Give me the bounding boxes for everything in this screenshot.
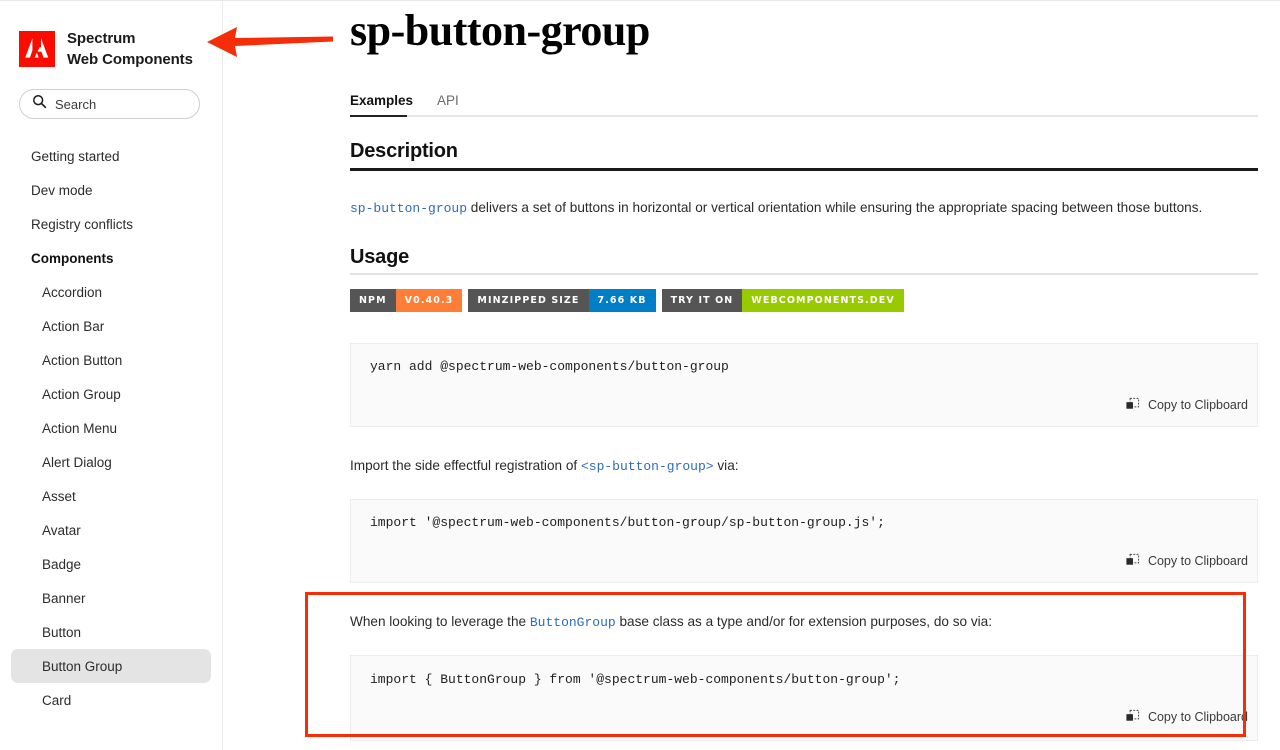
sidebar-item-card[interactable]: Card xyxy=(11,683,211,717)
import-registration-code-term[interactable]: <sp-button-group> xyxy=(581,459,714,474)
code-block-import xyxy=(350,499,1258,583)
copy-to-clipboard-icon xyxy=(1125,397,1140,412)
sidebar-item-label: Accordion xyxy=(42,284,103,300)
usage-rule xyxy=(350,273,1258,275)
sidebar-item-components[interactable]: Components xyxy=(11,241,211,275)
brand[interactable]: Spectrum Web Components xyxy=(19,28,193,70)
badge-left-label: TRY IT ON xyxy=(661,289,743,312)
page-title: sp-button-group xyxy=(350,6,650,55)
sidebar-item-registry-conflicts[interactable]: Registry conflicts xyxy=(11,207,211,241)
sidebar-item-getting-started[interactable]: Getting started xyxy=(11,139,211,173)
usage-heading: Usage xyxy=(350,246,410,268)
code-block-base-class xyxy=(350,655,1258,741)
badge-right-value: 7.66 KB xyxy=(588,289,656,312)
sidebar-item-avatar[interactable]: Avatar xyxy=(11,513,211,547)
base-class-paragraph: When looking to leverage the ButtonGroup… xyxy=(350,612,1258,633)
copy-to-clipboard-button-1[interactable]: Copy to Clipboard xyxy=(1120,397,1248,412)
sidebar-divider xyxy=(222,1,223,750)
sidebar-item-label: Alert Dialog xyxy=(42,454,112,470)
copy-to-clipboard-label-3: Copy to Clipboard xyxy=(1147,709,1248,724)
sidebar-item-label: Registry conflicts xyxy=(31,216,134,232)
code-text-base-class: import { ButtonGroup } from '@spectrum-w… xyxy=(370,672,901,687)
badge-right-value: WEBCOMPONENTS.DEV xyxy=(742,289,904,312)
sidebar-item-label: Card xyxy=(42,692,72,708)
sidebar-item-action-menu[interactable]: Action Menu xyxy=(11,411,211,445)
sidebar-item-label: Badge xyxy=(42,556,82,572)
search-placeholder: Search xyxy=(55,96,97,112)
copy-to-clipboard-icon xyxy=(1125,553,1140,568)
copy-to-clipboard-button-3[interactable]: Copy to Clipboard xyxy=(1120,709,1248,724)
adobe-logo-icon xyxy=(19,31,55,67)
sidebar-nav: Getting started Dev mode Registry conflict… xyxy=(0,139,222,717)
main-content: sp-button-group Examples API Description … xyxy=(240,1,1280,750)
sidebar-item-label: Dev mode xyxy=(31,182,93,198)
badge-left-label: MINZIPPED SIZE xyxy=(468,289,589,312)
brand-line-2: Web Components xyxy=(67,51,193,68)
sidebar-item-button-group[interactable]: Button Group xyxy=(11,649,211,683)
tab-active-indicator xyxy=(350,115,407,117)
description-paragraph: sp-button-group delivers a set of button… xyxy=(350,198,1258,219)
sidebar-item-label: Action Bar xyxy=(42,318,105,334)
tabs: Examples API xyxy=(350,86,1258,117)
sidebar-item-label: Button Group xyxy=(42,658,123,674)
sidebar-item-label: Banner xyxy=(42,590,86,606)
copy-to-clipboard-button-2[interactable]: Copy to Clipboard xyxy=(1120,553,1248,568)
badge-minzipped-size[interactable]: MINZIPPED SIZE 7.66 KB xyxy=(468,289,656,312)
import-registration-post: via: xyxy=(713,458,739,473)
sidebar-item-action-group[interactable]: Action Group xyxy=(11,377,211,411)
copy-to-clipboard-icon xyxy=(1125,709,1140,724)
sidebar-item-action-button[interactable]: Action Button xyxy=(11,343,211,377)
import-registration-pre: Import the side effectful registration o… xyxy=(350,458,581,473)
tabs-baseline xyxy=(350,115,1258,117)
sidebar: Spectrum Web Components Search Getting s… xyxy=(0,1,222,750)
sidebar-item-action-bar[interactable]: Action Bar xyxy=(11,309,211,343)
code-text-import: import '@spectrum-web-components/button-… xyxy=(370,515,885,530)
badge-npm[interactable]: NPM V0.40.3 xyxy=(350,289,463,312)
sidebar-item-label: Action Menu xyxy=(42,420,118,436)
description-heading: Description xyxy=(350,140,458,162)
brand-title: Spectrum Web Components xyxy=(67,28,193,70)
sidebar-item-asset[interactable]: Asset xyxy=(11,479,211,513)
sidebar-item-dev-mode[interactable]: Dev mode xyxy=(11,173,211,207)
description-code-term[interactable]: sp-button-group xyxy=(350,201,467,216)
badge-right-value: V0.40.3 xyxy=(395,289,463,312)
badge-row: NPM V0.40.3 MINZIPPED SIZE 7.66 KB TRY IT ON… xyxy=(350,289,910,312)
sidebar-item-label: Components xyxy=(31,250,114,266)
copy-to-clipboard-label-1: Copy to Clipboard xyxy=(1147,397,1248,412)
code-text-install: yarn add @spectrum-web-components/button… xyxy=(370,359,729,374)
sidebar-item-label: Button xyxy=(42,624,82,640)
sidebar-item-label: Action Group xyxy=(42,386,121,402)
badge-left-label: NPM xyxy=(350,289,396,312)
description-rule xyxy=(350,168,1258,171)
base-class-code-term[interactable]: ButtonGroup xyxy=(530,615,616,630)
sidebar-item-button[interactable]: Button xyxy=(11,615,211,649)
sidebar-item-alert-dialog[interactable]: Alert Dialog xyxy=(11,445,211,479)
sidebar-item-label: Getting started xyxy=(31,148,120,164)
brand-line-1: Spectrum xyxy=(67,30,136,47)
badge-try-it-on[interactable]: TRY IT ON WEBCOMPONENTS.DEV xyxy=(661,289,904,312)
sidebar-item-label: Asset xyxy=(42,488,76,504)
search-icon xyxy=(32,94,47,114)
sidebar-item-badge[interactable]: Badge xyxy=(11,547,211,581)
sidebar-item-label: Action Button xyxy=(42,352,123,368)
sidebar-item-accordion[interactable]: Accordion xyxy=(11,275,211,309)
search-input[interactable]: Search xyxy=(19,89,200,119)
import-registration-paragraph: Import the side effectful registration o… xyxy=(350,456,1258,477)
sidebar-item-label: Avatar xyxy=(42,522,81,538)
tab-api[interactable]: API xyxy=(437,93,459,112)
copy-to-clipboard-label-2: Copy to Clipboard xyxy=(1147,553,1248,568)
sidebar-item-banner[interactable]: Banner xyxy=(11,581,211,615)
base-class-pre: When looking to leverage the xyxy=(350,614,530,629)
code-block-install xyxy=(350,343,1258,427)
tab-examples[interactable]: Examples xyxy=(350,93,413,112)
base-class-post: base class as a type and/or for extensio… xyxy=(615,614,992,629)
description-text: delivers a set of buttons in horizontal … xyxy=(467,200,1203,215)
